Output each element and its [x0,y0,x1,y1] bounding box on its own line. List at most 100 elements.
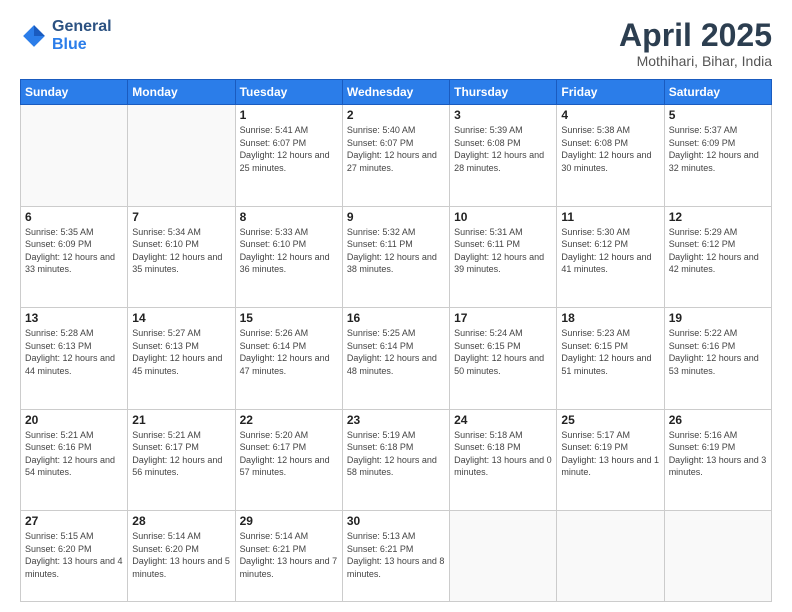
day-cell: 27 Sunrise: 5:15 AM Sunset: 6:20 PM Dayli… [21,511,128,602]
day-info: Sunrise: 5:40 AM Sunset: 6:07 PM Dayligh… [347,124,445,174]
day-number: 6 [25,210,123,224]
day-number: 2 [347,108,445,122]
day-cell: 12 Sunrise: 5:29 AM Sunset: 6:12 PM Dayli… [664,206,771,307]
day-info: Sunrise: 5:28 AM Sunset: 6:13 PM Dayligh… [25,327,123,377]
day-number: 30 [347,514,445,528]
day-number: 15 [240,311,338,325]
day-cell: 21 Sunrise: 5:21 AM Sunset: 6:17 PM Dayli… [128,409,235,510]
header: GeneralBlue April 2025 Mothihari, Bihar,… [20,18,772,69]
day-info: Sunrise: 5:41 AM Sunset: 6:07 PM Dayligh… [240,124,338,174]
weekday-wednesday: Wednesday [342,80,449,105]
day-cell: 17 Sunrise: 5:24 AM Sunset: 6:15 PM Dayli… [450,308,557,409]
day-cell: 15 Sunrise: 5:26 AM Sunset: 6:14 PM Dayli… [235,308,342,409]
day-cell: 6 Sunrise: 5:35 AM Sunset: 6:09 PM Daylig… [21,206,128,307]
day-cell: 29Sunrise: 5:14 AM Sunset: 6:21 PM Dayli… [235,511,342,602]
weekday-monday: Monday [128,80,235,105]
day-info: Sunrise: 5:13 AM Sunset: 6:21 PM Dayligh… [347,530,445,580]
week-row-3: 20Sunrise: 5:21 AM Sunset: 6:16 PM Dayli… [21,409,772,510]
day-cell: 16 Sunrise: 5:25 AM Sunset: 6:14 PM Dayli… [342,308,449,409]
day-number: 4 [561,108,659,122]
day-cell: 19 Sunrise: 5:22 AM Sunset: 6:16 PM Dayli… [664,308,771,409]
day-cell: 11Sunrise: 5:30 AM Sunset: 6:12 PM Dayli… [557,206,664,307]
day-info: Sunrise: 5:23 AM Sunset: 6:15 PM Dayligh… [561,327,659,377]
day-cell: 26Sunrise: 5:16 AM Sunset: 6:19 PM Dayli… [664,409,771,510]
day-cell [450,511,557,602]
day-info: Sunrise: 5:27 AM Sunset: 6:13 PM Dayligh… [132,327,230,377]
day-number: 22 [240,413,338,427]
day-info: Sunrise: 5:15 AM Sunset: 6:20 PM Dayligh… [25,530,123,580]
day-info: Sunrise: 5:22 AM Sunset: 6:16 PM Dayligh… [669,327,767,377]
day-cell: 7 Sunrise: 5:34 AM Sunset: 6:10 PM Daylig… [128,206,235,307]
calendar-table: SundayMondayTuesdayWednesdayThursdayFrid… [20,79,772,602]
week-row-2: 13 Sunrise: 5:28 AM Sunset: 6:13 PM Dayli… [21,308,772,409]
title-section: April 2025 Mothihari, Bihar, India [619,18,772,69]
day-number: 29 [240,514,338,528]
weekday-saturday: Saturday [664,80,771,105]
day-number: 17 [454,311,552,325]
day-number: 9 [347,210,445,224]
day-cell [128,105,235,206]
weekday-header-row: SundayMondayTuesdayWednesdayThursdayFrid… [21,80,772,105]
logo-text: GeneralBlue [52,18,112,53]
day-info: Sunrise: 5:26 AM Sunset: 6:14 PM Dayligh… [240,327,338,377]
day-info: Sunrise: 5:21 AM Sunset: 6:17 PM Dayligh… [132,429,230,479]
day-number: 8 [240,210,338,224]
day-info: Sunrise: 5:21 AM Sunset: 6:16 PM Dayligh… [25,429,123,479]
day-cell: 14 Sunrise: 5:27 AM Sunset: 6:13 PM Dayli… [128,308,235,409]
day-number: 27 [25,514,123,528]
weekday-sunday: Sunday [21,80,128,105]
day-number: 23 [347,413,445,427]
day-cell: 18 Sunrise: 5:23 AM Sunset: 6:15 PM Dayli… [557,308,664,409]
week-row-1: 6 Sunrise: 5:35 AM Sunset: 6:09 PM Daylig… [21,206,772,307]
day-number: 3 [454,108,552,122]
day-info: Sunrise: 5:35 AM Sunset: 6:09 PM Dayligh… [25,226,123,276]
day-cell: 3Sunrise: 5:39 AM Sunset: 6:08 PM Daylig… [450,105,557,206]
day-number: 25 [561,413,659,427]
day-cell: 2 Sunrise: 5:40 AM Sunset: 6:07 PM Daylig… [342,105,449,206]
day-info: Sunrise: 5:24 AM Sunset: 6:15 PM Dayligh… [454,327,552,377]
weekday-thursday: Thursday [450,80,557,105]
day-number: 28 [132,514,230,528]
day-number: 13 [25,311,123,325]
logo: GeneralBlue [20,18,112,53]
logo-icon [20,22,48,50]
day-cell: 23Sunrise: 5:19 AM Sunset: 6:18 PM Dayli… [342,409,449,510]
day-cell [664,511,771,602]
day-number: 12 [669,210,767,224]
location: Mothihari, Bihar, India [619,53,772,69]
day-info: Sunrise: 5:31 AM Sunset: 6:11 PM Dayligh… [454,226,552,276]
day-number: 14 [132,311,230,325]
day-cell [557,511,664,602]
day-cell: 5 Sunrise: 5:37 AM Sunset: 6:09 PM Daylig… [664,105,771,206]
day-info: Sunrise: 5:14 AM Sunset: 6:20 PM Dayligh… [132,530,230,580]
weekday-friday: Friday [557,80,664,105]
day-info: Sunrise: 5:32 AM Sunset: 6:11 PM Dayligh… [347,226,445,276]
weekday-tuesday: Tuesday [235,80,342,105]
day-cell: 13 Sunrise: 5:28 AM Sunset: 6:13 PM Dayli… [21,308,128,409]
day-cell: 9 Sunrise: 5:32 AM Sunset: 6:11 PM Daylig… [342,206,449,307]
day-number: 7 [132,210,230,224]
day-cell [21,105,128,206]
day-cell: 10 Sunrise: 5:31 AM Sunset: 6:11 PM Dayli… [450,206,557,307]
day-info: Sunrise: 5:37 AM Sunset: 6:09 PM Dayligh… [669,124,767,174]
day-number: 21 [132,413,230,427]
page: GeneralBlue April 2025 Mothihari, Bihar,… [0,0,792,612]
day-number: 26 [669,413,767,427]
day-number: 19 [669,311,767,325]
day-number: 5 [669,108,767,122]
day-number: 16 [347,311,445,325]
day-info: Sunrise: 5:34 AM Sunset: 6:10 PM Dayligh… [132,226,230,276]
day-info: Sunrise: 5:29 AM Sunset: 6:12 PM Dayligh… [669,226,767,276]
day-cell: 22 Sunrise: 5:20 AM Sunset: 6:17 PM Dayli… [235,409,342,510]
day-number: 18 [561,311,659,325]
month-title: April 2025 [619,18,772,53]
day-info: Sunrise: 5:25 AM Sunset: 6:14 PM Dayligh… [347,327,445,377]
day-cell: 1 Sunrise: 5:41 AM Sunset: 6:07 PM Daylig… [235,105,342,206]
day-cell: 4Sunrise: 5:38 AM Sunset: 6:08 PM Daylig… [557,105,664,206]
day-cell: 28 Sunrise: 5:14 AM Sunset: 6:20 PM Dayli… [128,511,235,602]
day-info: Sunrise: 5:20 AM Sunset: 6:17 PM Dayligh… [240,429,338,479]
day-number: 1 [240,108,338,122]
day-number: 24 [454,413,552,427]
day-info: Sunrise: 5:30 AM Sunset: 6:12 PM Dayligh… [561,226,659,276]
day-number: 10 [454,210,552,224]
